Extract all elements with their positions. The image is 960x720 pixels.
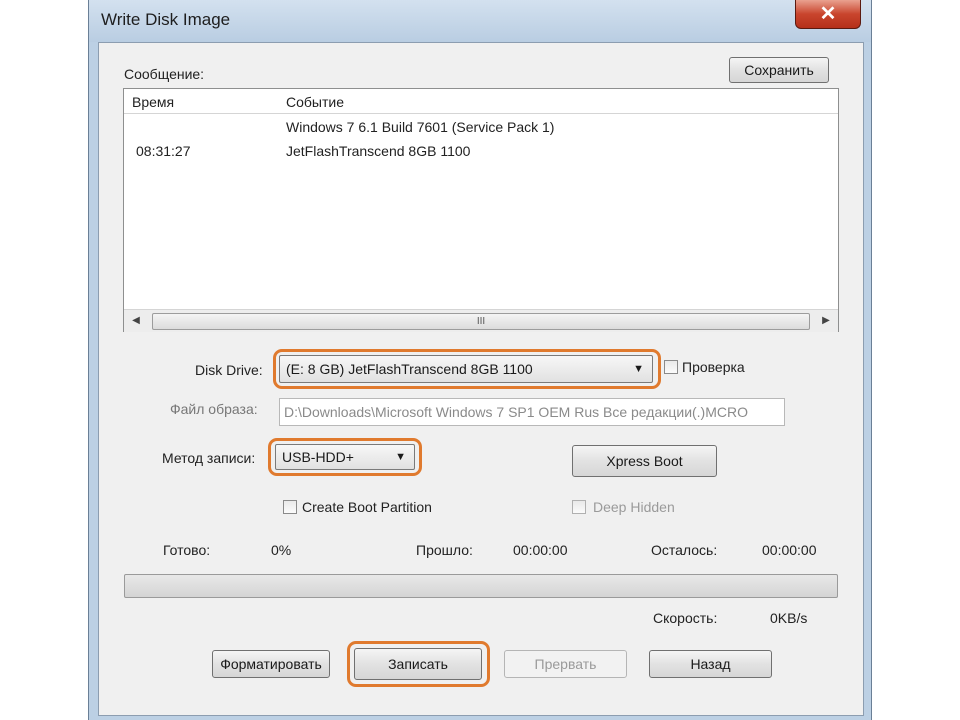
scroll-right-icon[interactable]: ▶: [816, 313, 836, 329]
verify-label: Проверка: [682, 359, 745, 375]
chevron-down-icon: ▼: [395, 451, 406, 463]
disk-drive-value: (E: 8 GB) JetFlashTranscend 8GB 1100: [286, 361, 533, 377]
scroll-left-icon[interactable]: ◀: [126, 313, 146, 329]
speed-label: Скорость:: [653, 610, 718, 626]
log-event: Windows 7 6.1 Build 7601 (Service Pack 1…: [286, 119, 555, 135]
close-button[interactable]: ✕: [795, 0, 861, 29]
write-method-label: Метод записи:: [162, 450, 256, 466]
scroll-thumb[interactable]: III: [152, 313, 810, 330]
disk-drive-select[interactable]: (E: 8 GB) JetFlashTranscend 8GB 1100 ▼: [279, 355, 653, 383]
deep-hidden-label: Deep Hidden: [593, 499, 675, 515]
log-header: Время Событие: [124, 89, 838, 114]
xpress-boot-button[interactable]: Xpress Boot: [572, 445, 717, 477]
format-button[interactable]: Форматировать: [212, 650, 330, 678]
window-title: Write Disk Image: [101, 10, 231, 29]
column-event-header[interactable]: Событие: [286, 94, 344, 110]
remaining-label: Осталось:: [651, 542, 718, 558]
write-method-value: USB-HDD+: [282, 449, 354, 465]
done-label: Готово:: [163, 542, 211, 558]
close-icon: ✕: [819, 3, 837, 25]
message-label: Сообщение:: [124, 66, 205, 82]
table-row[interactable]: 08:31:27 JetFlashTranscend 8GB 1100: [124, 141, 838, 163]
chevron-down-icon: ▼: [633, 363, 644, 375]
image-file-field[interactable]: D:\Downloads\Microsoft Windows 7 SP1 OEM…: [279, 398, 785, 426]
title-bar[interactable]: Write Disk Image ✕: [89, 0, 871, 42]
deep-hidden-checkbox[interactable]: [572, 500, 586, 514]
remaining-value: 00:00:00: [762, 542, 817, 558]
create-boot-partition-checkbox[interactable]: [283, 500, 297, 514]
write-method-select[interactable]: USB-HDD+ ▼: [275, 444, 415, 470]
speed-value: 0KB/s: [770, 610, 808, 626]
disk-drive-label: Disk Drive:: [195, 362, 263, 378]
log-time: 08:31:27: [136, 143, 191, 159]
progress-bar: [124, 574, 838, 598]
log-list[interactable]: Время Событие Windows 7 6.1 Build 7601 (…: [123, 88, 839, 332]
table-row[interactable]: Windows 7 6.1 Build 7601 (Service Pack 1…: [124, 117, 838, 139]
image-file-label: Файл образа:: [170, 401, 258, 417]
create-boot-partition-label: Create Boot Partition: [302, 499, 432, 515]
log-event: JetFlashTranscend 8GB 1100: [286, 143, 471, 159]
save-button[interactable]: Сохранить: [729, 57, 829, 83]
horizontal-scrollbar[interactable]: ◀ III ▶: [124, 309, 838, 332]
done-value: 0%: [271, 542, 292, 558]
elapsed-value: 00:00:00: [513, 542, 568, 558]
elapsed-label: Прошло:: [416, 542, 473, 558]
abort-button[interactable]: Прервать: [504, 650, 627, 678]
column-time-header[interactable]: Время: [132, 94, 174, 110]
scroll-grip-icon: III: [476, 316, 486, 327]
back-button[interactable]: Назад: [649, 650, 772, 678]
write-button[interactable]: Записать: [354, 648, 482, 680]
verify-checkbox[interactable]: [664, 360, 678, 374]
